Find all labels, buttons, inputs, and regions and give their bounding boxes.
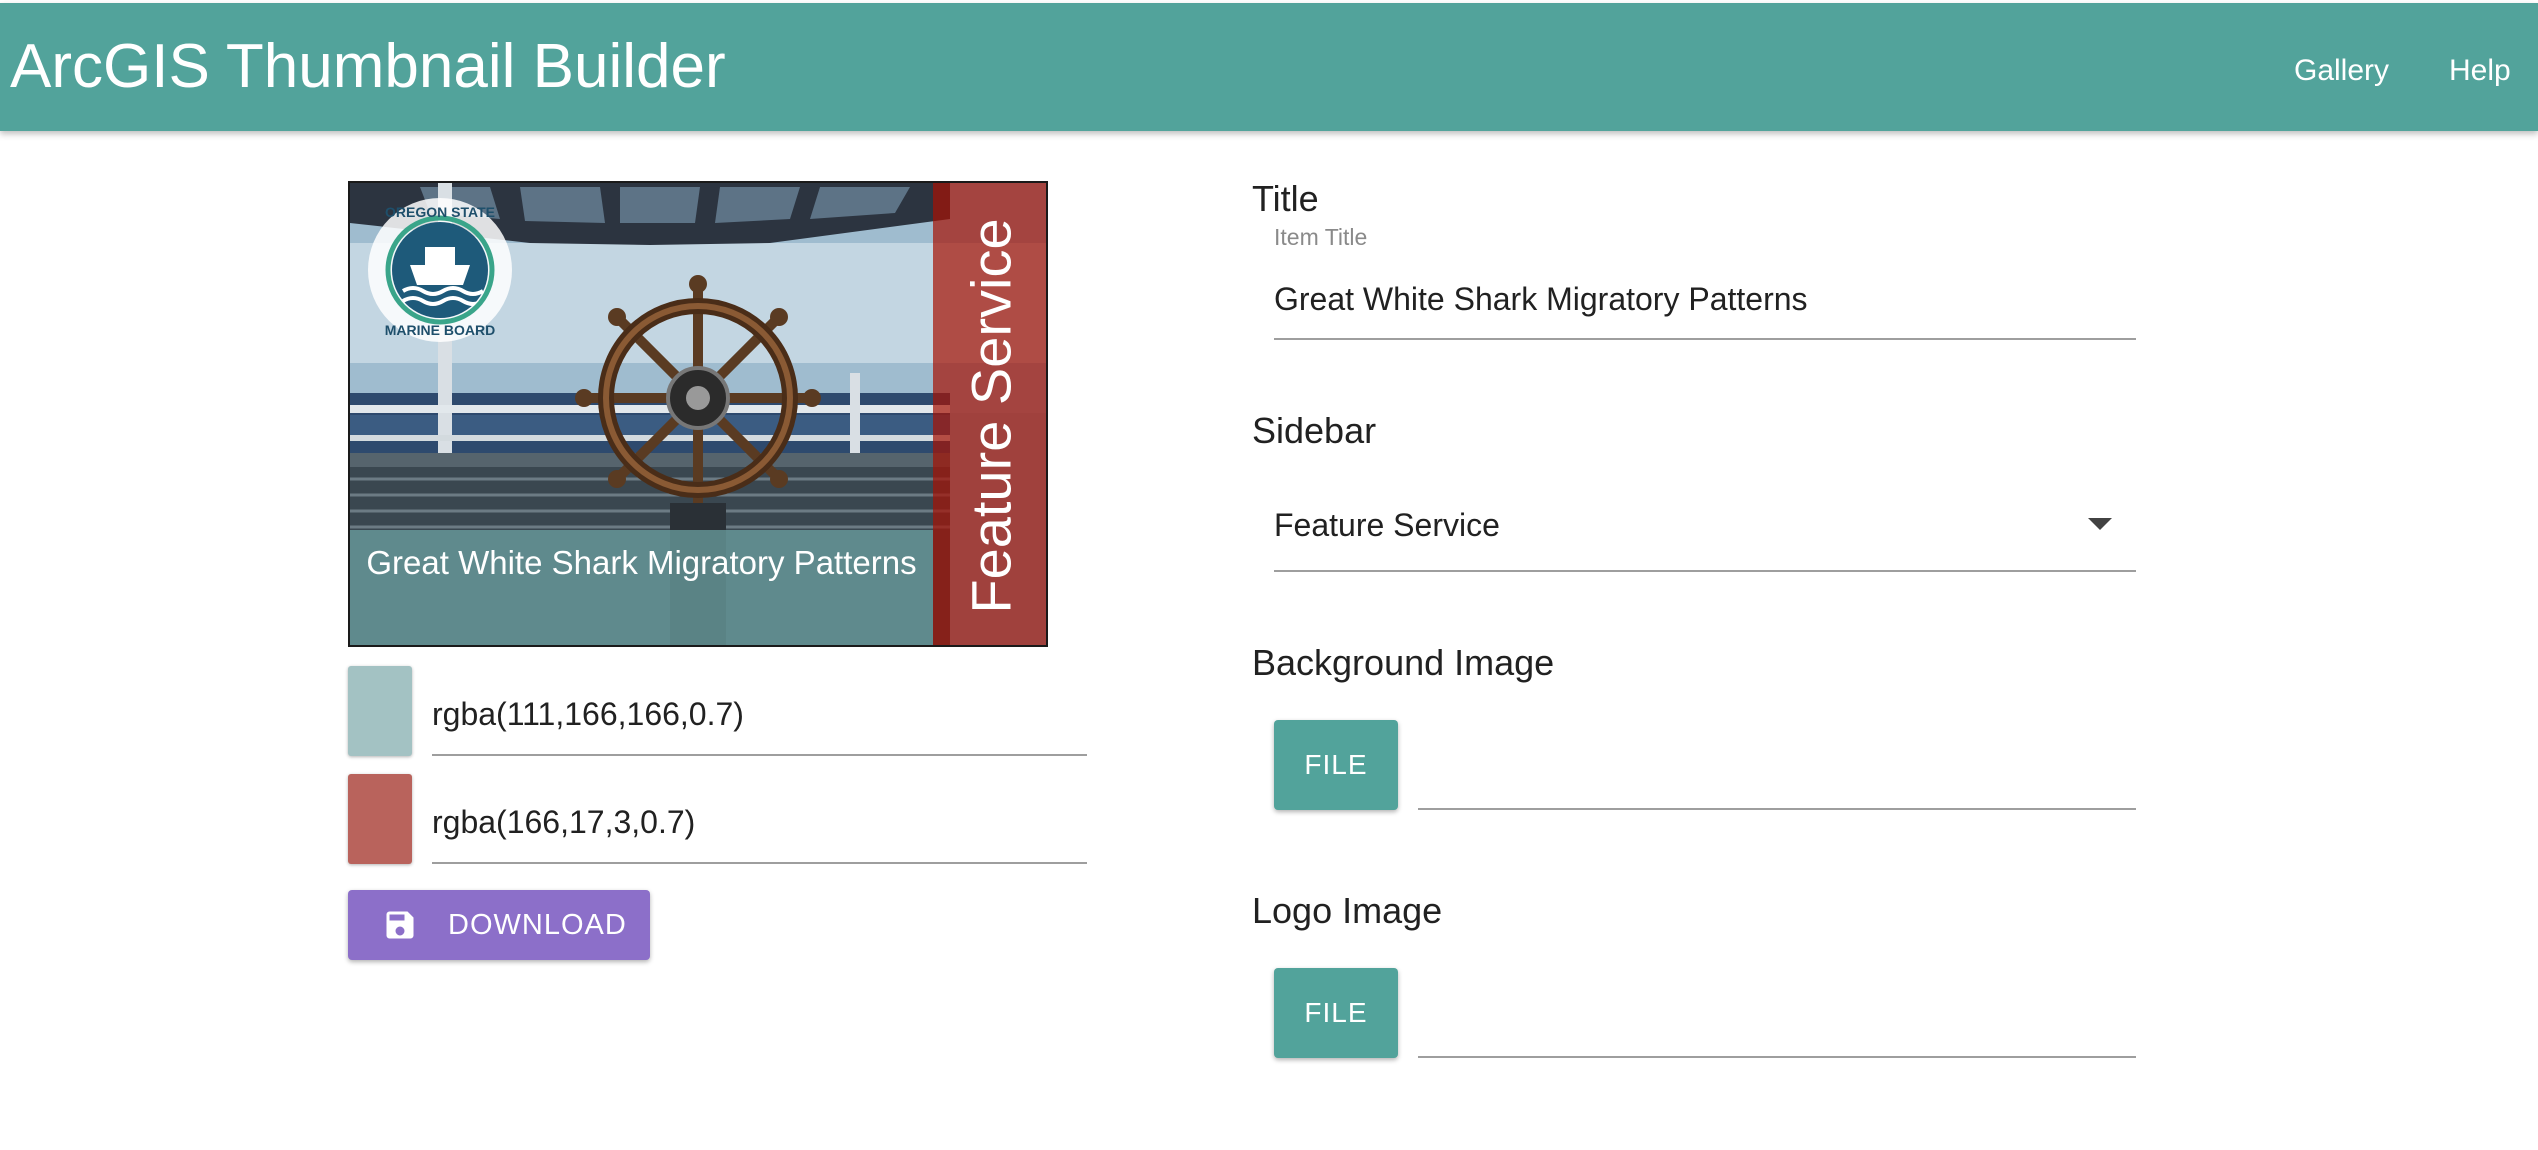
background-image-heading: Background Image bbox=[1252, 642, 1555, 683]
marine-board-logo: OREGON STATE MARINE BOARD bbox=[368, 198, 512, 342]
title-heading: Title bbox=[1252, 178, 1319, 219]
thumbnail-sidebar-text: Feature Service bbox=[959, 218, 1023, 614]
thumbnail-caption: Great White Shark Migratory Patterns bbox=[366, 544, 917, 581]
logo-text-top: OREGON STATE bbox=[385, 204, 495, 220]
logo-text-bottom: MARINE BOARD bbox=[385, 322, 495, 338]
caption-color-field[interactable]: rgba(111,166,166,0.7) bbox=[432, 666, 1087, 756]
logo-file-button[interactable]: FILE bbox=[1274, 968, 1398, 1058]
background-file-button[interactable]: FILE bbox=[1274, 720, 1398, 810]
logo-file-field[interactable] bbox=[1418, 968, 2136, 1058]
background-file-field[interactable] bbox=[1418, 720, 2136, 810]
sidebar-color-field[interactable]: rgba(166,17,3,0.7) bbox=[432, 774, 1087, 864]
download-button[interactable]: DOWNLOAD bbox=[348, 890, 650, 960]
logo-image-heading: Logo Image bbox=[1252, 890, 1443, 931]
save-icon bbox=[386, 911, 414, 939]
item-title-float-label: Item Title bbox=[1274, 224, 1368, 250]
app-bar: ArcGIS Thumbnail Builder Gallery Help bbox=[0, 3, 2538, 131]
sidebar-select-value: Feature Service bbox=[1274, 507, 1500, 543]
sidebar-color-swatch[interactable] bbox=[348, 774, 412, 864]
dropdown-arrow-icon bbox=[2088, 518, 2112, 530]
sidebar-select[interactable]: Feature Service bbox=[1274, 492, 2136, 572]
nav-help-link[interactable]: Help bbox=[2449, 3, 2511, 131]
item-title-input[interactable] bbox=[1274, 260, 2136, 340]
caption-color-swatch[interactable] bbox=[348, 666, 412, 756]
sidebar-heading: Sidebar bbox=[1252, 410, 1377, 451]
download-label: DOWNLOAD bbox=[448, 909, 627, 941]
nav-gallery-link[interactable]: Gallery bbox=[2294, 3, 2389, 131]
app-title: ArcGIS Thumbnail Builder bbox=[10, 32, 726, 101]
thumbnail-preview: Great White Shark Migratory Patterns Fea… bbox=[348, 181, 1048, 647]
